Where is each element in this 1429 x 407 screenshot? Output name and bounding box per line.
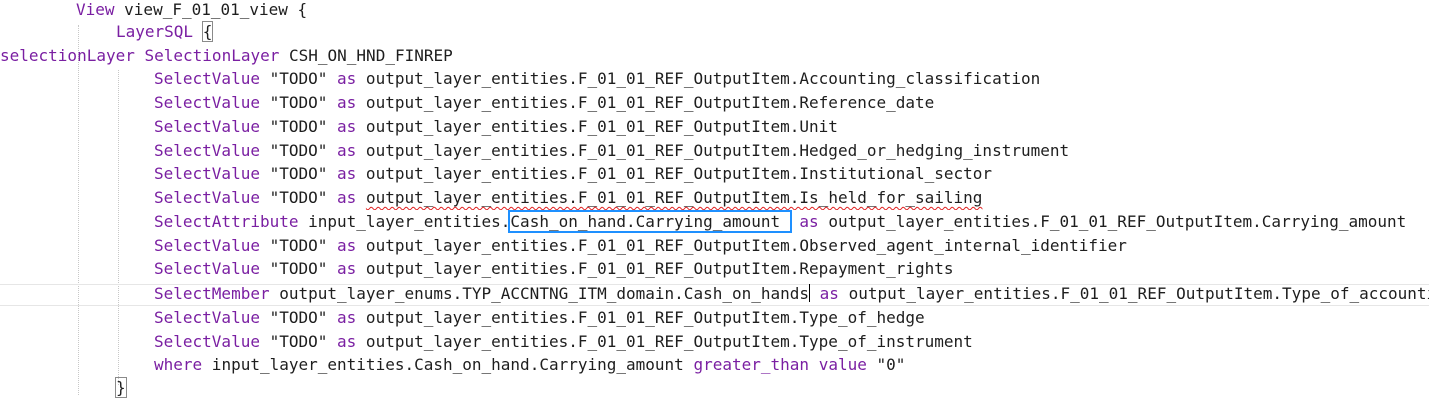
code-token: "TODO"	[259, 69, 338, 88]
keyword-token: greater_than	[693, 355, 810, 374]
keyword-token: SelectMember	[154, 284, 270, 303]
keyword-token: as	[337, 117, 357, 136]
code-token: "TODO"	[259, 308, 338, 327]
code-token: "TODO"	[259, 93, 338, 112]
code-token: "TODO"	[259, 141, 338, 160]
code-token: output_layer_entities.F_01_01_REF_Output…	[356, 332, 973, 351]
matched-brace: {	[201, 21, 214, 42]
keyword-token: LayerSQL	[116, 22, 194, 41]
code-token: output_layer_entities.F_01_01_REF_Output…	[356, 236, 1127, 255]
keyword-token: SelectionLayer	[144, 46, 280, 65]
keyword-token: selectionLayer	[0, 46, 135, 65]
keyword-token: as	[337, 93, 357, 112]
keyword-token: as	[337, 236, 357, 255]
code-token: "TODO"	[259, 236, 338, 255]
next-line-fragment	[0, 398, 1429, 407]
keyword-token: as	[337, 259, 357, 278]
keyword-token: as	[337, 69, 357, 88]
keyword-token: as	[337, 164, 357, 183]
code-token: output_layer_entities.F_01_01_REF_Output…	[818, 212, 1407, 231]
selected-token-box: Cash_on_hand.Carrying_amount	[508, 210, 792, 233]
code-token: input_layer_entities.	[298, 212, 511, 231]
keyword-token: as	[337, 188, 357, 207]
keyword-token: where	[154, 355, 203, 374]
keyword-token: SelectAttribute	[154, 212, 299, 231]
code-token: output_layer_entities.F_01_01_REF_Output…	[848, 284, 1429, 303]
keyword-token: SelectValue	[154, 259, 260, 278]
code-line[interactable]: SelectValue "TODO" as output_layer_entit…	[0, 162, 1429, 186]
code-token: "0"	[866, 355, 906, 374]
code-line[interactable]: SelectAttribute input_layer_entities.Cas…	[0, 210, 1429, 234]
keyword-token: SelectValue	[154, 308, 260, 327]
code-token: output_layer_entities.F_01_01_REF_Output…	[356, 259, 954, 278]
code-line[interactable]: View view_F_01_01_view {	[0, 0, 1429, 22]
keyword-token: SelectValue	[154, 332, 260, 351]
code-token: "TODO"	[259, 259, 338, 278]
code-token: output_layer_entities.F_01_01_REF_Output…	[356, 308, 925, 327]
code-line[interactable]: SelectValue "TODO" as output_layer_entit…	[0, 139, 1429, 163]
code-line[interactable]: LayerSQL {	[0, 20, 1429, 44]
code-line[interactable]: selectionLayer SelectionLayer CSH_ON_HND…	[0, 44, 1429, 68]
code-line[interactable]: where input_layer_entities.Cash_on_hand.…	[0, 353, 1429, 377]
keyword-token: SelectValue	[154, 141, 260, 160]
keyword-token: SelectValue	[154, 69, 260, 88]
code-token: view_F_01_01_view {	[114, 0, 308, 19]
keyword-token: as	[799, 212, 819, 231]
keyword-token: SelectValue	[154, 188, 260, 207]
keyword-token: as	[337, 141, 357, 160]
keyword-token: value	[818, 355, 867, 374]
code-token: }	[115, 377, 127, 398]
keyword-token: View	[76, 0, 115, 19]
code-line[interactable]: SelectValue "TODO" as output_layer_entit…	[0, 257, 1429, 281]
code-line[interactable]: }	[0, 376, 1429, 400]
code-line[interactable]: SelectValue "TODO" as output_layer_entit…	[0, 115, 1429, 139]
code-token: output_layer_entities.F_01_01_REF_Output…	[356, 141, 1070, 160]
code-token: CSH_ON_HND_FINREP	[279, 46, 453, 65]
code-token: "TODO"	[259, 332, 338, 351]
code-line[interactable]: SelectValue "TODO" as output_layer_entit…	[0, 234, 1429, 258]
code-token: output_layer_entities.F_01_01_REF_Output…	[356, 164, 993, 183]
code-editor[interactable]: View view_F_01_01_view {LayerSQL {select…	[0, 0, 1429, 407]
code-line[interactable]: SelectValue "TODO" as output_layer_entit…	[0, 306, 1429, 330]
code-token: input_layer_entities.Cash_on_hand.Carryi…	[202, 355, 694, 374]
code-token: "TODO"	[259, 117, 338, 136]
code-token: "TODO"	[259, 188, 338, 207]
keyword-token: SelectValue	[154, 236, 260, 255]
keyword-token: SelectValue	[154, 164, 260, 183]
code-token: {	[193, 21, 214, 42]
matched-brace: }	[115, 377, 127, 398]
code-token: output_layer_entities.F_01_01_REF_Output…	[356, 93, 935, 112]
keyword-token: SelectValue	[154, 117, 260, 136]
code-token: output_layer_enums.TYP_ACCNTNG_ITM_domai…	[269, 284, 810, 303]
keyword-token: as	[337, 308, 357, 327]
code-line[interactable]: SelectValue "TODO" as output_layer_entit…	[0, 186, 1429, 210]
code-token: "TODO"	[259, 164, 338, 183]
code-token: output_layer_entities.F_01_01_REF_Output…	[365, 188, 983, 207]
code-line[interactable]: SelectMember output_layer_enums.TYP_ACCN…	[0, 282, 1429, 306]
code-line[interactable]: SelectValue "TODO" as output_layer_entit…	[0, 91, 1429, 115]
code-token: output_layer_entities.F_01_01_REF_Output…	[356, 69, 1041, 88]
code-line[interactable]: SelectValue "TODO" as output_layer_entit…	[0, 330, 1429, 354]
keyword-token: as	[337, 332, 357, 351]
code-token: output_layer_entities.F_01_01_REF_Output…	[356, 117, 838, 136]
keyword-token: as	[819, 284, 839, 303]
keyword-token: SelectValue	[154, 93, 260, 112]
code-line[interactable]: SelectValue "TODO" as output_layer_entit…	[0, 67, 1429, 91]
